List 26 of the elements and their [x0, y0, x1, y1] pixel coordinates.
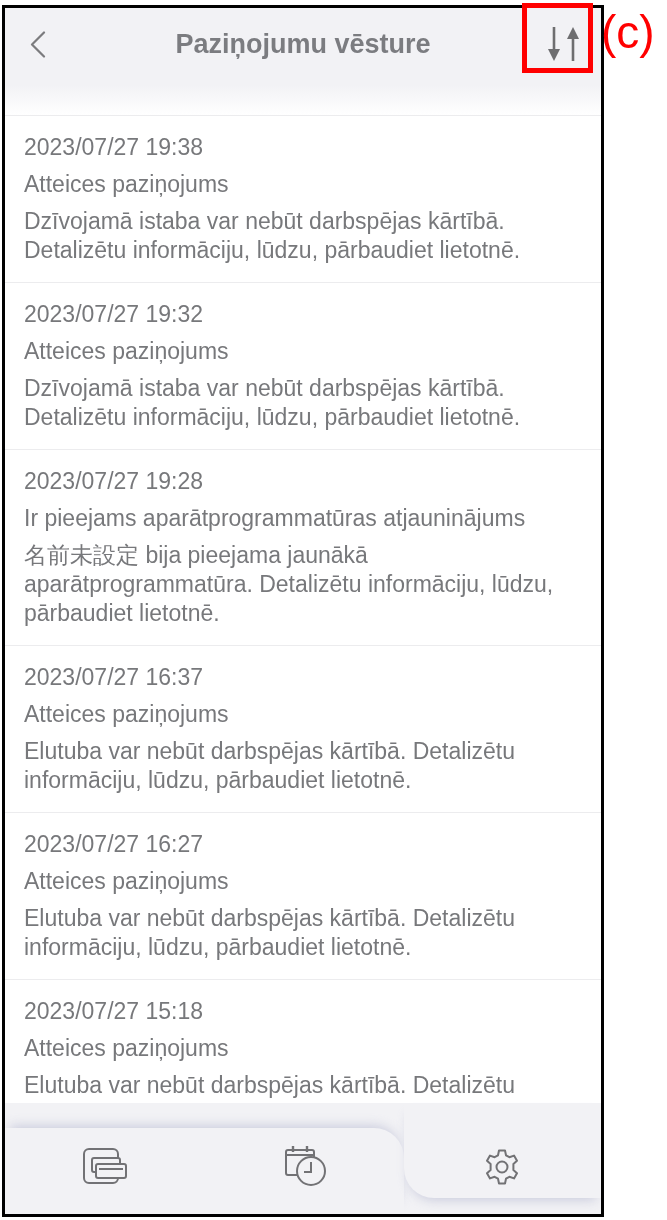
- highlight-box: [522, 3, 593, 73]
- notification-title: Atteices paziņojums: [24, 700, 229, 729]
- page-title: Paziņojumu vēsture: [174, 27, 432, 61]
- notification-time: 2023/07/27 19:32: [24, 300, 204, 329]
- back-icon: [30, 30, 46, 58]
- notification-title: Atteices paziņojums: [24, 867, 229, 896]
- notification-time: 2023/07/27 19:38: [24, 133, 204, 162]
- notification-title: Atteices paziņojums: [24, 337, 229, 366]
- notification-title: Atteices paziņojums: [24, 170, 229, 199]
- notification-message: Elutuba var nebūt darbspējas kārtībā. Detalizētu informāciju, lūdzu, pārbaudiet lietotnē.: [24, 737, 516, 795]
- stacked-cards-icon: [82, 1148, 127, 1184]
- calendar-clock-icon: [285, 1145, 328, 1187]
- notification-message: Dzīvojamā istaba var nebūt darbspējas kārtībā. Detalizētu informāciju, lūdzu, pārbaudiet lietotnē.: [24, 207, 522, 265]
- notification-time: 2023/07/27 16:37: [24, 663, 204, 692]
- sort-icon: [548, 27, 579, 61]
- settings-icon: [483, 1149, 520, 1185]
- notification-message: Elutuba var nebūt darbspējas kārtībā. Detalizētu informāciju, lūdzu, pārbaudiet lietotnē.: [24, 904, 516, 962]
- annotation-label: (c): [601, 5, 655, 60]
- notification-time: 2023/07/27 15:18: [24, 997, 204, 1026]
- notification-message: Elutuba var nebūt darbspējas kārtībā. Detalizētu: [24, 1071, 516, 1100]
- notification-time: 2023/07/27 16:27: [24, 830, 204, 859]
- notification-message: Dzīvojamā istaba var nebūt darbspējas kārtībā. Detalizētu informāciju, lūdzu, pārbaudiet lietotnē.: [24, 374, 522, 432]
- notification-time: 2023/07/27 19:28: [24, 467, 204, 496]
- notification-title: Atteices paziņojums: [24, 1034, 229, 1063]
- notification-title: Ir pieejams aparātprogrammatūras atjauninājums: [24, 504, 526, 533]
- notification-message: 名前未設定 bija pieejama jaunākā aparātprogrammatūra. Detalizētu informāciju, lūdzu, pārbaudiet lietotnē.: [24, 541, 555, 628]
